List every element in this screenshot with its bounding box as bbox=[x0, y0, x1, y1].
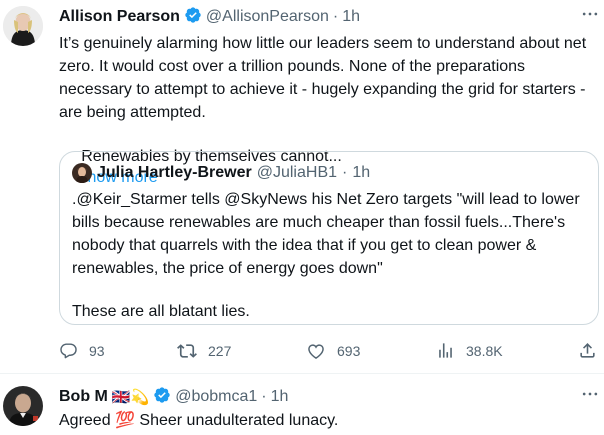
divider bbox=[0, 373, 604, 374]
like-count: 693 bbox=[337, 343, 361, 359]
verified-badge-icon bbox=[184, 6, 202, 29]
separator-dot: · bbox=[332, 8, 339, 25]
tweet-line: necessary to attempt to achieve it - hug… bbox=[59, 81, 586, 98]
hundred-points-icon: 💯 bbox=[115, 412, 135, 429]
more-icon[interactable] bbox=[580, 4, 600, 29]
quote-author-avatar bbox=[72, 163, 92, 183]
quote-time: 1h bbox=[352, 164, 371, 181]
quote-spacer bbox=[72, 281, 592, 301]
tweet-header: Allison Pearson @AllisonPearson · 1h bbox=[59, 6, 360, 28]
reply-text: Agreed 💯 Sheer unadulterated lunacy. bbox=[59, 410, 338, 431]
reply-author-handle[interactable]: @bobmca1 bbox=[175, 388, 257, 406]
reply-icon bbox=[59, 341, 78, 360]
author-handle[interactable]: @AllisonPearson bbox=[206, 8, 329, 26]
views-count: 38.8K bbox=[466, 342, 503, 359]
tweet-line: It’s genuinely alarming how little our l… bbox=[59, 35, 587, 52]
like-icon bbox=[306, 341, 326, 361]
tweet-line: zero. It would cost over a trillion poun… bbox=[59, 58, 526, 75]
tweet-time[interactable]: 1h bbox=[342, 8, 360, 26]
reply-header: Bob M 🇬🇧💫 @bobmca1 · 1h bbox=[59, 386, 288, 408]
more-icon[interactable] bbox=[580, 384, 600, 409]
separator-dot: · bbox=[261, 388, 267, 405]
reply-button[interactable]: 93 bbox=[59, 341, 105, 360]
name-emojis: 🇬🇧💫 bbox=[111, 389, 150, 406]
share-button[interactable] bbox=[578, 341, 597, 360]
like-button[interactable]: 693 bbox=[306, 341, 360, 361]
retweet-button[interactable]: 227 bbox=[177, 341, 231, 361]
retweet-count: 227 bbox=[208, 343, 232, 359]
tweet-line-last: Renewables by themselves cannot... Show … bbox=[59, 125, 599, 186]
retweet-icon bbox=[177, 341, 197, 361]
quote-header: Julia Hartley-Brewer @JuliaHB1 · 1h bbox=[72, 162, 370, 184]
author-avatar[interactable] bbox=[3, 6, 43, 46]
quote-author-handle: @JuliaHB1 bbox=[256, 164, 338, 181]
reply-time[interactable]: 1h bbox=[271, 388, 289, 406]
verified-badge-icon bbox=[153, 386, 171, 409]
reply-author-avatar[interactable] bbox=[3, 386, 43, 426]
tweet-line: are being attempted. bbox=[59, 104, 206, 121]
quote-line: renewables, the price of energy goes dow… bbox=[72, 260, 383, 277]
share-icon bbox=[578, 341, 597, 360]
quote-line: bills because renewables are much cheape… bbox=[72, 214, 566, 231]
quote-line: .@Keir_Starmer tells @SkyNews his Net Ze… bbox=[72, 191, 580, 208]
quote-author-name: Julia Hartley-Brewer bbox=[97, 164, 252, 181]
reply-count: 93 bbox=[89, 342, 105, 359]
separator-dot: · bbox=[342, 164, 348, 181]
views-icon bbox=[436, 341, 455, 360]
quote-line: nobody that quarrels with the idea that … bbox=[72, 237, 537, 254]
reply-text-end: Sheer unadulterated lunacy. bbox=[134, 412, 339, 429]
tweet-text: It’s genuinely alarming how little our l… bbox=[59, 33, 599, 186]
quote-final-line: These are all blatant lies. bbox=[72, 303, 250, 320]
views-button[interactable]: 38.8K bbox=[436, 341, 503, 360]
author-name[interactable]: Allison Pearson bbox=[59, 8, 180, 26]
quoted-tweet-card[interactable]: Julia Hartley-Brewer @JuliaHB1 · 1h .@Ke… bbox=[59, 151, 599, 325]
reply-text-start: Agreed bbox=[59, 412, 116, 429]
reply-author-name[interactable]: Bob M bbox=[59, 388, 108, 406]
quote-text: .@Keir_Starmer tells @SkyNews his Net Ze… bbox=[72, 189, 592, 324]
